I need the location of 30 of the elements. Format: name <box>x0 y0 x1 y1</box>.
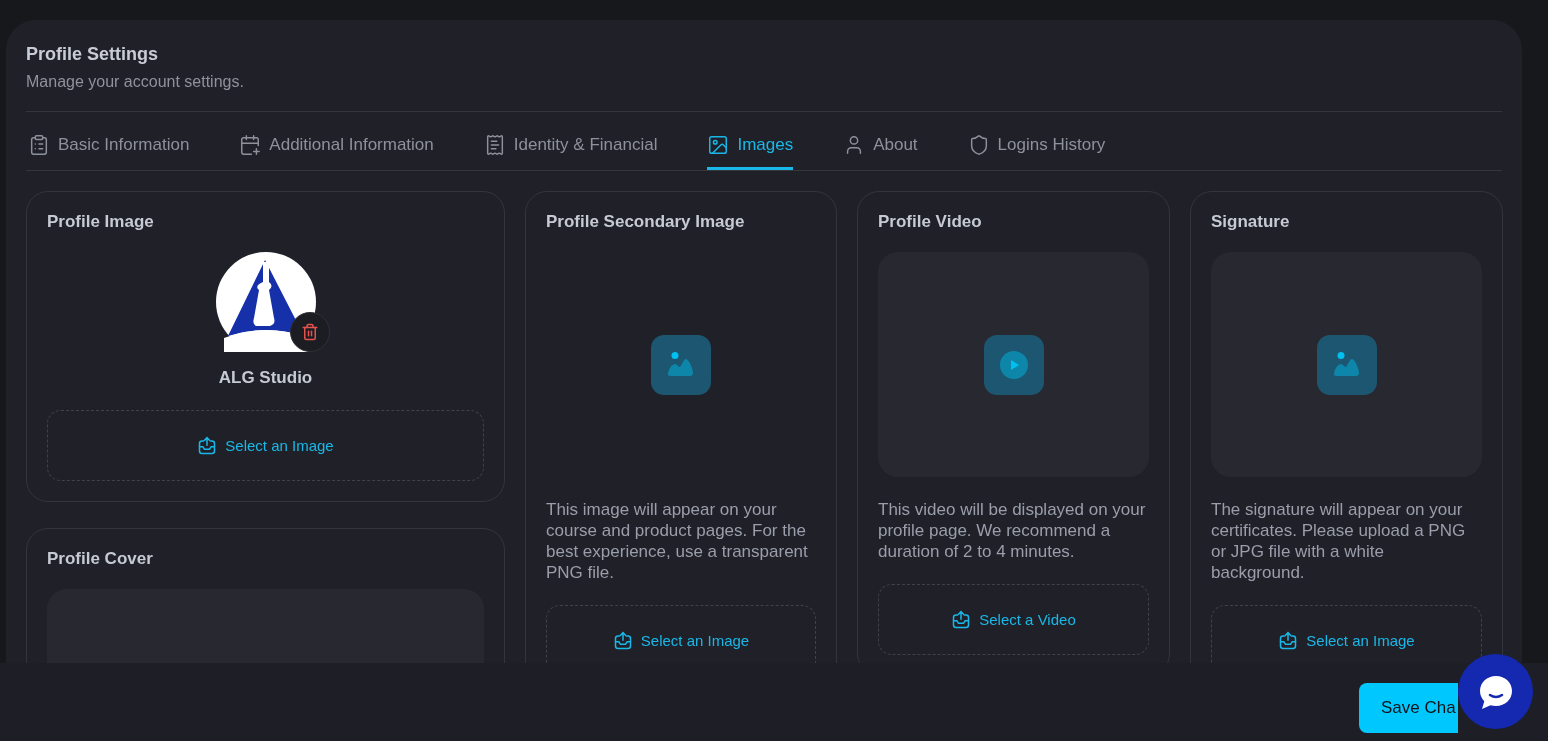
save-button[interactable]: Save Cha <box>1359 683 1458 733</box>
card-title: Signature <box>1211 212 1291 232</box>
card-title: Profile Image <box>47 212 155 232</box>
card-title: Profile Cover <box>47 549 154 569</box>
tab[interactable]: Additional Information <box>239 122 434 170</box>
upload-area[interactable]: Select a Video <box>878 584 1149 655</box>
upload-icon <box>612 630 633 651</box>
clipboard-icon <box>28 133 50 156</box>
card-title: Profile Secondary Image <box>546 212 746 232</box>
card-description: This video will be displayed on your profile page. We recommend a duration of 2 to 4 minutes. <box>878 499 1147 562</box>
page-subtitle: Manage your account settings. <box>26 73 245 91</box>
card-description: This image will appear on your course and product pages. For the best experience, use a transparent PNG file. <box>546 499 809 583</box>
image-icon <box>1332 350 1361 379</box>
tab[interactable]: Basic Information <box>28 122 190 170</box>
upload-area[interactable]: Select an Image <box>47 410 484 481</box>
image-icon <box>707 133 730 156</box>
upload-icon <box>1278 630 1299 651</box>
tab[interactable]: About <box>843 122 918 170</box>
play-icon <box>999 350 1028 379</box>
trash-icon <box>300 323 319 341</box>
card-title: Profile Video <box>878 212 983 232</box>
profile-name: ALG Studio <box>217 368 314 388</box>
page-title: Profile Settings <box>26 44 160 65</box>
upload-icon <box>951 609 972 630</box>
upload-icon <box>197 435 218 456</box>
card-description: The signature will appear on your certificates. Please upload a PNG or JPG file with a white background. <box>1211 499 1467 583</box>
tab[interactable]: Logins History <box>967 122 1106 170</box>
image-icon <box>667 350 695 379</box>
calendar-plus-icon <box>239 133 262 156</box>
tab[interactable]: Identity & Financial <box>483 122 658 170</box>
